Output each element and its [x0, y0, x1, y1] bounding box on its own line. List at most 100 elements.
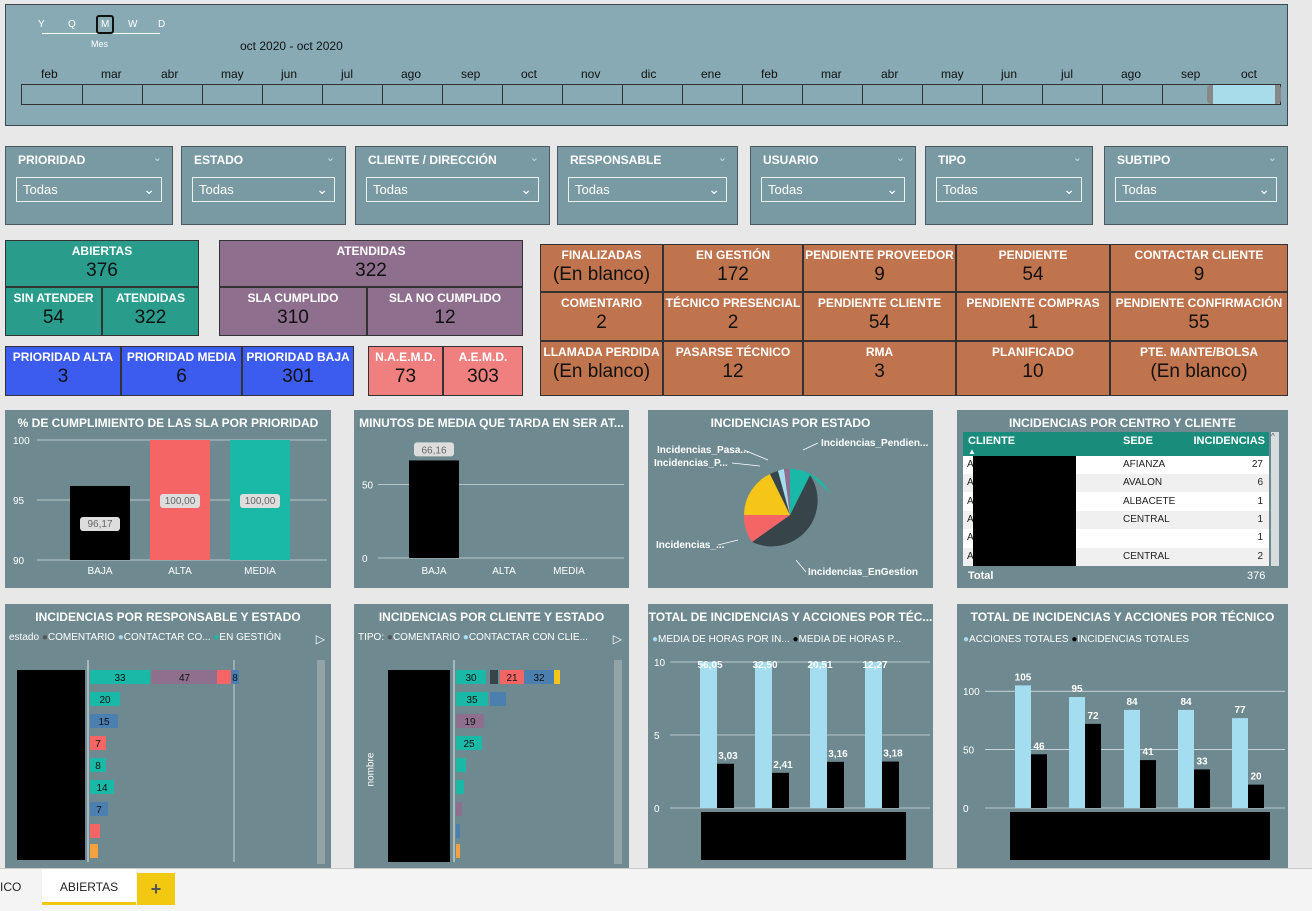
- chevron-down-icon: ⌄: [316, 181, 328, 197]
- filter-usuario: USUARIO ⌄ Todas ⌄: [750, 146, 916, 225]
- filter-title: TIPO: [938, 153, 967, 167]
- kpi-estado: PTE. MANTE/BOLSA (En blanco): [1110, 341, 1288, 396]
- tab-partial[interactable]: ICO: [0, 880, 21, 894]
- cliente-chart-card: INCIDENCIAS POR CLIENTE Y ESTADO TIPO: ●…: [354, 604, 629, 868]
- data-label: 105: [1015, 672, 1032, 683]
- responsable-scrollbar[interactable]: [317, 660, 325, 864]
- timeline-cell-divider: [382, 85, 383, 104]
- chevron-down-icon[interactable]: ⌄: [896, 151, 905, 164]
- kpi-estado: TÉCNICO PRESENCIAL 2: [663, 292, 803, 341]
- data-label: 84: [1126, 697, 1138, 708]
- data-label: 14: [96, 783, 108, 794]
- th-sede[interactable]: SEDE: [1123, 435, 1153, 447]
- bar-segment: [90, 844, 98, 858]
- data-label: 72: [1087, 711, 1099, 722]
- month-label: abr: [881, 67, 899, 81]
- kpi-estado: PLANIFICADO 10: [956, 341, 1110, 396]
- filter-dropdown[interactable]: Todas ⌄: [192, 177, 335, 202]
- estado-pie-chart: Incidencias_Pasa... Incidencias_P... Inc…: [654, 438, 928, 578]
- timeline-cell-divider: [922, 85, 923, 104]
- th-cliente[interactable]: CLIENTE: [968, 435, 1015, 447]
- bar-segment: [456, 780, 464, 794]
- y-tick: 100: [963, 687, 980, 698]
- filter-title: CLIENTE / DIRECCIÓN: [368, 153, 497, 167]
- chevron-down-icon[interactable]: ⌄: [718, 151, 727, 164]
- kpi-estado: LLAMADA PERDIDA (En blanco): [540, 341, 663, 396]
- chevron-down-icon: ⌄: [708, 181, 720, 197]
- bar-series-1: [1232, 718, 1248, 808]
- bar-series-2: [1140, 760, 1156, 808]
- filter-dropdown[interactable]: Todas ⌄: [1115, 177, 1277, 202]
- filter-prioridad: PRIORIDAD ⌄ Todas ⌄: [5, 146, 173, 225]
- kpi-estado: PENDIENTE 54: [956, 244, 1110, 292]
- table-scrollbar[interactable]: ^: [1271, 432, 1279, 566]
- data-label: 35: [466, 695, 478, 706]
- table-total-value: 376: [1247, 570, 1266, 582]
- bar-series-1: [700, 662, 717, 808]
- filter-dropdown[interactable]: Todas ⌄: [568, 177, 727, 202]
- data-label: 20: [1250, 772, 1262, 783]
- x-tick: BAJA: [87, 566, 112, 577]
- data-label: 32,50: [752, 660, 777, 671]
- timeline-cell-divider: [82, 85, 83, 104]
- bar-series-1: [1124, 709, 1140, 808]
- data-label: 33: [1196, 756, 1208, 767]
- timeline-selection[interactable]: [1207, 85, 1281, 104]
- bar-series-2: [1031, 754, 1047, 808]
- filter-subtipo: SUBTIPO ⌄ Todas ⌄: [1104, 146, 1288, 225]
- th-incidencias[interactable]: INCIDENCIAS: [1193, 435, 1265, 447]
- kpi-estado: CONTACTAR CLIENTE 9: [1110, 244, 1288, 292]
- chevron-down-icon[interactable]: ⌄: [153, 151, 162, 164]
- data-label: 46: [1033, 741, 1045, 752]
- timeline-cell-divider: [862, 85, 863, 104]
- filter-dropdown[interactable]: Todas ⌄: [761, 177, 905, 202]
- filter-dropdown[interactable]: Todas ⌄: [936, 177, 1082, 202]
- bar-series-2: [1248, 784, 1264, 808]
- chevron-down-icon[interactable]: ⌄: [1268, 151, 1277, 164]
- month-label: sep: [1181, 67, 1201, 81]
- tab-abiertas[interactable]: ABIERTAS: [42, 869, 136, 905]
- filter-title: ESTADO: [194, 153, 244, 167]
- chevron-down-icon[interactable]: ⌄: [530, 151, 539, 164]
- chevron-down-icon[interactable]: ⌄: [1073, 151, 1082, 164]
- data-label: 47: [179, 673, 191, 684]
- add-page-button[interactable]: +: [137, 873, 175, 905]
- timeline-cell-divider: [202, 85, 203, 104]
- month-label: nov: [581, 67, 601, 81]
- month-label: feb: [761, 67, 778, 81]
- timeline-bar[interactable]: [21, 84, 1281, 105]
- kpi-estado: PENDIENTE CLIENTE 54: [803, 292, 956, 341]
- data-label: 2,41: [773, 760, 793, 771]
- timeline-cell-divider: [1042, 85, 1043, 104]
- estado-pie-card: INCIDENCIAS POR ESTADO Incidencias_Pasa.…: [648, 410, 933, 588]
- cliente-scrollbar[interactable]: [614, 660, 622, 864]
- kpi-atendidas: ATENDIDAS 322: [219, 240, 523, 287]
- data-label: 33: [114, 673, 126, 684]
- filter-dropdown[interactable]: Todas ⌄: [366, 177, 539, 202]
- bar-segment: [490, 670, 498, 684]
- bar-series-1: [1015, 685, 1031, 808]
- filter-dropdown[interactable]: Todas ⌄: [16, 177, 162, 202]
- y-tick: 50: [963, 746, 975, 757]
- data-label: 56,05: [697, 660, 722, 671]
- bar-segment: [217, 670, 231, 684]
- month-label: abr: [161, 67, 179, 81]
- filter-responsable: RESPONSABLE ⌄ Todas ⌄: [557, 146, 738, 225]
- chevron-down-icon: ⌄: [886, 181, 898, 197]
- filter-title: RESPONSABLE: [570, 153, 662, 167]
- bar-series-1: [810, 662, 827, 808]
- data-label: 32: [533, 673, 545, 684]
- month-label: may: [941, 67, 964, 81]
- sla-chart-card: % DE CUMPLIMIENTO DE LAS SLA POR PRIORID…: [5, 410, 331, 588]
- chevron-down-icon[interactable]: ⌄: [326, 151, 335, 164]
- month-label: ago: [1121, 67, 1142, 81]
- month-label: mar: [101, 67, 122, 81]
- x-tick: MEDIA: [553, 566, 585, 577]
- bar-segment: [456, 802, 462, 816]
- data-label: 100,00: [165, 496, 196, 507]
- y-tick: 100: [13, 436, 30, 447]
- timeline-cell-divider: [262, 85, 263, 104]
- data-label: 20: [99, 695, 111, 706]
- month-label: jun: [1001, 67, 1018, 81]
- minutos-chart-card: MINUTOS DE MEDIA QUE TARDA EN SER AT... …: [354, 410, 629, 588]
